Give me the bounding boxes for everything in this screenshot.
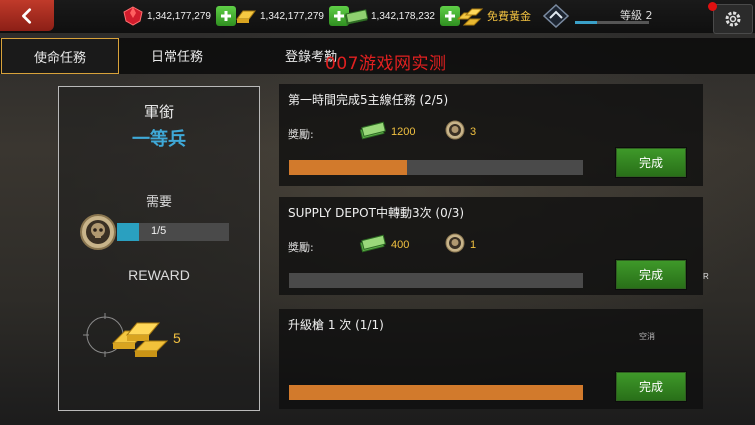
gems-amount: 1,342,177,279 (147, 10, 211, 22)
gear-icon (725, 11, 741, 27)
mission-progress-bar (289, 385, 583, 400)
level-progress-fill (575, 21, 598, 24)
back-arrow-icon (22, 7, 32, 24)
cash-stack-icon (359, 234, 386, 253)
gems-resource: 1,342,177,279 (122, 5, 236, 27)
mission-progress-fill (289, 160, 407, 175)
add-gems-button[interactable] (215, 6, 236, 26)
top-bar: 1,342,177,279 1,342,177,279 1,342,178,23… (0, 0, 755, 34)
mission-progress-fill (289, 385, 583, 400)
gold-bar-icon (236, 10, 256, 23)
skull-medal-icon (80, 214, 116, 250)
mission-progress-bar (289, 273, 583, 288)
complete-button[interactable]: 完成 (615, 147, 687, 178)
cash-stack-icon (344, 9, 368, 25)
watermark-text: 007游戏网实测 (325, 54, 447, 74)
skull-coin-icon (445, 120, 465, 140)
mission-tag: 空消 (639, 332, 655, 341)
free-gold-label: 免費黃金 (487, 10, 531, 23)
notification-dot (708, 2, 717, 11)
cash-amount: 1,342,178,232 (371, 10, 435, 22)
need-progress-bar (117, 223, 229, 241)
mission-cash-reward: 1200 (391, 126, 416, 138)
reward-label: REWARD (128, 267, 190, 283)
level-progress-bar (575, 21, 649, 24)
tab-mission-tasks[interactable]: 使命任務 (1, 38, 119, 74)
rank-value: 一等兵 (132, 129, 186, 150)
gold-resource: 1,342,177,279 (235, 5, 349, 27)
skull-coin-icon (445, 233, 465, 253)
rank-chevron-icon (543, 4, 569, 28)
complete-button[interactable]: 完成 (615, 371, 687, 402)
mission-cash-reward: 400 (391, 239, 410, 251)
mission-card: 升級槍 1 次 (1/1) 空消 完成 (279, 309, 703, 409)
mission-card: SUPPLY DEPOT中轉動3次 (0/3) 獎勵: 400 1 完成 (279, 197, 703, 295)
mission-reward-label: 獎勵: (288, 241, 314, 254)
mission-title: 第一時間完成5主線任務 (2/5) (288, 93, 449, 107)
tab-daily-tasks[interactable]: 日常任務 (124, 38, 230, 72)
cash-resource: 1,342,178,232 (344, 5, 460, 27)
plus-icon (220, 11, 231, 21)
mission-title: SUPPLY DEPOT中轉動3次 (0/3) (288, 206, 465, 220)
side-mark: R (703, 272, 709, 281)
rank-label: 軍銜 (143, 103, 174, 121)
ruby-gem-icon (123, 6, 143, 26)
gold-amount: 1,342,177,279 (260, 10, 324, 22)
free-gold-button[interactable]: 免費黃金 (456, 5, 531, 27)
plus-icon (444, 11, 455, 21)
back-button[interactable] (0, 0, 54, 31)
cash-stack-icon (359, 121, 386, 140)
gold-bars-reward-icon (83, 313, 169, 357)
settings-button[interactable] (713, 4, 753, 34)
mission-progress-bar (289, 160, 583, 175)
mission-title: 升級槍 1 次 (1/1) (288, 318, 384, 332)
complete-button[interactable]: 完成 (615, 259, 687, 290)
mission-coin-reward: 3 (470, 126, 477, 138)
reward-count: 5 (173, 330, 181, 346)
mission-coin-reward: 1 (470, 239, 477, 251)
gold-pile-icon (456, 8, 484, 26)
need-progress-fill (117, 223, 140, 241)
rank-panel: 軍銜 一等兵 需要 1/5 REWARD 5 (58, 86, 260, 411)
mission-reward-label: 獎勵: (288, 128, 314, 141)
need-label: 需要 (145, 195, 172, 210)
mission-card: 第一時間完成5主線任務 (2/5) 獎勵: 1200 3 完成 (279, 84, 703, 186)
need-count: 1/5 (151, 225, 167, 237)
